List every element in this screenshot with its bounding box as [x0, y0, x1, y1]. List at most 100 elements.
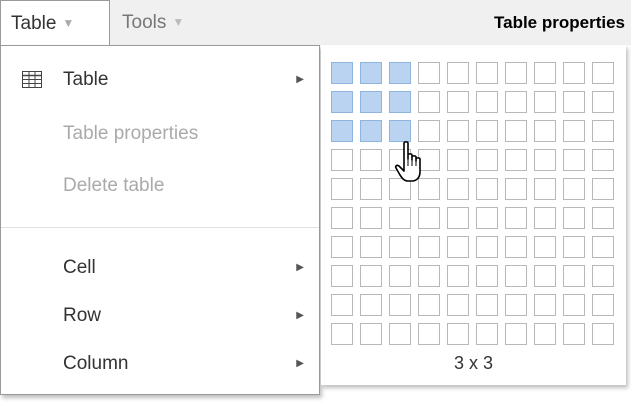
grid-cell[interactable] [447, 323, 469, 345]
grid-cell[interactable] [534, 91, 556, 113]
grid-cell[interactable] [563, 294, 585, 316]
menu-item-column[interactable]: Column ▶ [1, 340, 319, 388]
grid-cell[interactable] [563, 62, 585, 84]
grid-cell[interactable] [476, 120, 498, 142]
grid-cell[interactable] [505, 62, 527, 84]
menu-item-cell[interactable]: Cell ▶ [1, 244, 319, 292]
grid-cell[interactable] [563, 149, 585, 171]
grid-cell[interactable] [534, 236, 556, 258]
grid-cell[interactable] [476, 323, 498, 345]
grid-cell[interactable] [389, 91, 411, 113]
grid-cell[interactable] [505, 91, 527, 113]
grid-cell[interactable] [592, 323, 614, 345]
grid-cell[interactable] [534, 207, 556, 229]
grid-cell[interactable] [389, 120, 411, 142]
grid-cell[interactable] [534, 323, 556, 345]
menu-item-table[interactable]: Table ▶ [1, 56, 319, 104]
grid-cell[interactable] [447, 62, 469, 84]
grid-cell[interactable] [447, 207, 469, 229]
grid-cell[interactable] [534, 62, 556, 84]
grid-cell[interactable] [418, 91, 440, 113]
grid-cell[interactable] [331, 236, 353, 258]
grid-cell[interactable] [476, 91, 498, 113]
grid-cell[interactable] [505, 149, 527, 171]
grid-cell[interactable] [447, 178, 469, 200]
grid-cell[interactable] [447, 265, 469, 287]
grid-cell[interactable] [360, 323, 382, 345]
grid-cell[interactable] [592, 236, 614, 258]
grid-cell[interactable] [476, 294, 498, 316]
grid-cell[interactable] [331, 323, 353, 345]
grid-cell[interactable] [418, 207, 440, 229]
grid-cell[interactable] [592, 91, 614, 113]
grid-cell[interactable] [505, 178, 527, 200]
grid-cell[interactable] [331, 207, 353, 229]
grid-cell[interactable] [592, 62, 614, 84]
grid-cell[interactable] [563, 91, 585, 113]
grid-cell[interactable] [447, 294, 469, 316]
grid-cell[interactable] [389, 265, 411, 287]
grid-cell[interactable] [505, 265, 527, 287]
grid-cell[interactable] [360, 236, 382, 258]
grid-cell[interactable] [360, 265, 382, 287]
grid-cell[interactable] [476, 62, 498, 84]
grid-cell[interactable] [563, 323, 585, 345]
grid-cell[interactable] [505, 294, 527, 316]
grid-cell[interactable] [418, 62, 440, 84]
grid-cell[interactable] [592, 178, 614, 200]
grid-cell[interactable] [476, 207, 498, 229]
grid-cell[interactable] [534, 265, 556, 287]
grid-cell[interactable] [389, 62, 411, 84]
grid-cell[interactable] [389, 323, 411, 345]
grid-cell[interactable] [418, 120, 440, 142]
grid-cell[interactable] [476, 265, 498, 287]
grid-cell[interactable] [563, 120, 585, 142]
grid-cell[interactable] [476, 178, 498, 200]
grid-cell[interactable] [476, 236, 498, 258]
grid-cell[interactable] [360, 91, 382, 113]
grid-cell[interactable] [505, 207, 527, 229]
grid-cell[interactable] [563, 236, 585, 258]
grid-cell[interactable] [534, 178, 556, 200]
grid-cell[interactable] [331, 178, 353, 200]
grid-cell[interactable] [447, 236, 469, 258]
grid-cell[interactable] [534, 149, 556, 171]
grid-cell[interactable] [360, 149, 382, 171]
grid-cell[interactable] [331, 120, 353, 142]
grid-cell[interactable] [418, 294, 440, 316]
grid-cell[interactable] [389, 236, 411, 258]
grid-cell[interactable] [534, 120, 556, 142]
grid-cell[interactable] [592, 120, 614, 142]
grid-cell[interactable] [563, 207, 585, 229]
grid-cell[interactable] [505, 323, 527, 345]
grid-cell[interactable] [389, 294, 411, 316]
grid-cell[interactable] [592, 265, 614, 287]
grid-cell[interactable] [360, 178, 382, 200]
grid-cell[interactable] [331, 294, 353, 316]
grid-cell[interactable] [592, 294, 614, 316]
grid-cell[interactable] [331, 91, 353, 113]
grid-cell[interactable] [447, 91, 469, 113]
tools-menu-tab[interactable]: Tools ▼ [112, 0, 212, 45]
grid-cell[interactable] [360, 207, 382, 229]
grid-cell[interactable] [331, 265, 353, 287]
grid-cell[interactable] [505, 236, 527, 258]
grid-cell[interactable] [360, 62, 382, 84]
menu-item-delete-table[interactable]: Delete table [1, 162, 319, 210]
grid-cell[interactable] [418, 236, 440, 258]
grid-cell[interactable] [447, 149, 469, 171]
grid-cell[interactable] [563, 265, 585, 287]
grid-cell[interactable] [389, 207, 411, 229]
grid-cell[interactable] [476, 149, 498, 171]
grid-cell[interactable] [331, 62, 353, 84]
grid-cell[interactable] [447, 120, 469, 142]
menu-item-table-properties[interactable]: Table properties [1, 110, 319, 158]
grid-cell[interactable] [592, 149, 614, 171]
grid-cell[interactable] [505, 120, 527, 142]
grid-cell[interactable] [418, 323, 440, 345]
menu-item-row[interactable]: Row ▶ [1, 292, 319, 340]
table-menu-tab[interactable]: Table ▼ [0, 0, 110, 46]
grid-cell[interactable] [534, 294, 556, 316]
grid-cell[interactable] [360, 120, 382, 142]
grid-cell[interactable] [331, 149, 353, 171]
